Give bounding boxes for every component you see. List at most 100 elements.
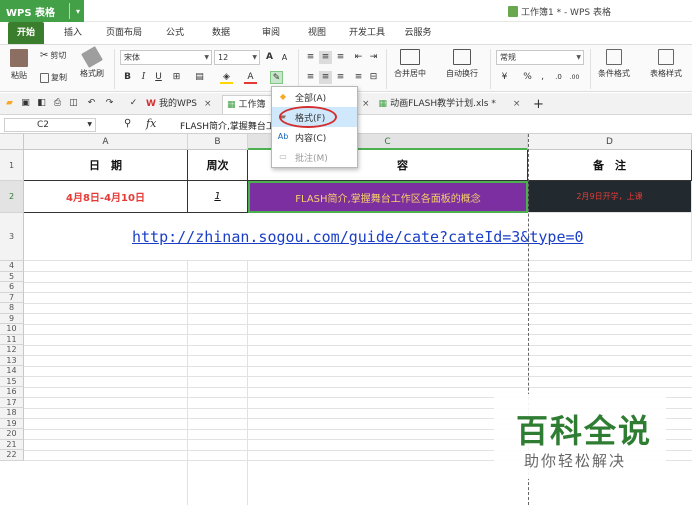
tab-review[interactable]: 审阅: [256, 22, 286, 44]
cell-c2[interactable]: FLASH简介,掌握舞台工作区各面板的概念: [248, 181, 528, 213]
row-header[interactable]: 5: [0, 271, 24, 282]
export-icon[interactable]: ◧: [36, 98, 47, 109]
comma-button[interactable]: ,: [536, 71, 549, 84]
font-size-select[interactable]: 12 ▼: [214, 50, 260, 65]
align-center-button[interactable]: ≡: [319, 71, 332, 84]
tab-data[interactable]: 数据: [206, 22, 236, 44]
tab-cloud[interactable]: 云服务: [400, 22, 436, 44]
tab-page-layout[interactable]: 页面布局: [102, 22, 146, 44]
search-icon[interactable]: ⚲: [124, 118, 131, 129]
column-header-b[interactable]: B: [188, 134, 248, 150]
row-header[interactable]: 10: [0, 324, 24, 335]
row-header[interactable]: 18: [0, 408, 24, 419]
align-top-button[interactable]: ≡: [304, 51, 317, 64]
row-header[interactable]: 4: [0, 261, 24, 272]
new-tab-button[interactable]: +: [533, 95, 544, 114]
cell-a2[interactable]: 4月8日-4月10日: [24, 181, 188, 213]
conditional-format-button[interactable]: 条件格式: [598, 49, 630, 79]
tab-flash-plan[interactable]: × ▦ 动画FLASH教学计划.xls * ×: [362, 95, 520, 114]
shrink-font-button[interactable]: A: [278, 51, 291, 64]
column-header-a[interactable]: A: [24, 134, 188, 150]
cut-button[interactable]: ✂ 剪切: [40, 50, 66, 61]
decrease-indent-button[interactable]: ⇤: [352, 51, 365, 64]
row-header[interactable]: 22: [0, 450, 24, 461]
close-icon[interactable]: ×: [513, 95, 521, 114]
increase-decimal-button[interactable]: .0: [552, 71, 565, 84]
customize-icon[interactable]: ✓: [128, 98, 139, 109]
row-header[interactable]: 13: [0, 355, 24, 366]
row-header[interactable]: 15: [0, 376, 24, 387]
cell-b2[interactable]: 1: [188, 181, 248, 213]
row-header[interactable]: 11: [0, 334, 24, 345]
justify-button[interactable]: ≡: [352, 71, 365, 84]
row-header[interactable]: 21: [0, 439, 24, 450]
align-bottom-button[interactable]: ≡: [334, 51, 347, 64]
undo-icon[interactable]: ↶: [86, 98, 97, 109]
row-header[interactable]: 1: [0, 150, 24, 181]
align-left-button[interactable]: ≡: [304, 71, 317, 84]
row-header[interactable]: 2: [0, 181, 24, 213]
row-header[interactable]: 3: [0, 213, 24, 261]
copy-button[interactable]: 复制: [40, 72, 67, 83]
distributed-button[interactable]: ⊟: [367, 71, 380, 84]
close-icon[interactable]: ×: [204, 95, 212, 114]
clear-all-item[interactable]: ◆ 全部(A): [272, 87, 357, 107]
save-icon[interactable]: ▣: [20, 98, 31, 109]
merge-center-button[interactable]: 合并居中: [394, 49, 426, 79]
row-header[interactable]: 12: [0, 345, 24, 356]
percent-button[interactable]: %: [521, 71, 534, 84]
row-header[interactable]: 19: [0, 418, 24, 429]
font-color-button[interactable]: A: [244, 71, 257, 84]
wrap-text-button[interactable]: 自动换行: [446, 49, 478, 79]
row-header[interactable]: 14: [0, 366, 24, 377]
borders-button[interactable]: ⊞: [170, 71, 183, 84]
chevron-down-icon[interactable]: ▾: [76, 0, 80, 22]
format-painter-button[interactable]: 格式刷: [80, 46, 104, 79]
align-middle-button[interactable]: ≡: [319, 51, 332, 64]
cell-d2[interactable]: 2月9日开学，上课: [528, 181, 692, 213]
tab-insert[interactable]: 插入: [58, 22, 88, 44]
row-header[interactable]: 6: [0, 282, 24, 293]
fill-style-button[interactable]: ▤: [193, 71, 206, 84]
cell-a1[interactable]: 日 期: [24, 150, 188, 181]
tab-view[interactable]: 视图: [302, 22, 332, 44]
decrease-decimal-button[interactable]: .00: [568, 71, 581, 84]
redo-icon[interactable]: ↷: [104, 98, 115, 109]
tab-formulas[interactable]: 公式: [160, 22, 190, 44]
row-header[interactable]: 16: [0, 387, 24, 398]
close-icon[interactable]: ×: [362, 95, 370, 114]
table-style-button[interactable]: 表格样式: [650, 49, 682, 79]
clear-contents-item[interactable]: Ab 内容(C): [272, 127, 357, 147]
column-header-d[interactable]: D: [528, 134, 692, 150]
hyperlink-cell[interactable]: http://zhinan.sogou.com/guide/cate?cateI…: [24, 213, 692, 261]
row-header[interactable]: 7: [0, 292, 24, 303]
currency-button[interactable]: ¥: [498, 71, 511, 84]
increase-indent-button[interactable]: ⇥: [367, 51, 380, 64]
underline-button[interactable]: U: [152, 71, 165, 84]
paste-button[interactable]: 粘贴: [10, 49, 28, 81]
name-box[interactable]: C2 ▼: [4, 118, 96, 132]
tab-developer[interactable]: 开发工具: [344, 22, 390, 44]
bold-button[interactable]: B: [121, 71, 134, 84]
insert-function-button[interactable]: fx: [146, 117, 156, 130]
cell-d1[interactable]: 备 注: [528, 150, 692, 181]
font-name-select[interactable]: 宋体 ▼: [120, 50, 212, 65]
print-preview-icon[interactable]: ◫: [68, 98, 79, 109]
tab-home[interactable]: 开始: [8, 22, 44, 44]
open-folder-icon[interactable]: ▰: [4, 98, 15, 109]
row-header[interactable]: 20: [0, 429, 24, 440]
wps-app-menu-button[interactable]: WPS 表格 ▾: [0, 0, 84, 22]
row-header[interactable]: 8: [0, 303, 24, 314]
print-icon[interactable]: ⎙: [52, 98, 63, 109]
row-header[interactable]: 9: [0, 313, 24, 324]
select-all-corner[interactable]: [0, 134, 24, 150]
number-format-select[interactable]: 常规 ▼: [496, 50, 584, 65]
italic-button[interactable]: I: [137, 71, 150, 84]
tab-my-wps[interactable]: W 我的WPS ×: [146, 95, 212, 114]
align-right-button[interactable]: ≡: [334, 71, 347, 84]
grow-font-button[interactable]: A: [263, 51, 276, 64]
tab-workbook[interactable]: ▦ 工作簿: [222, 95, 274, 114]
fill-color-button[interactable]: ◈: [220, 71, 233, 84]
row-header[interactable]: 17: [0, 397, 24, 408]
cell-b1[interactable]: 周次: [188, 150, 248, 181]
